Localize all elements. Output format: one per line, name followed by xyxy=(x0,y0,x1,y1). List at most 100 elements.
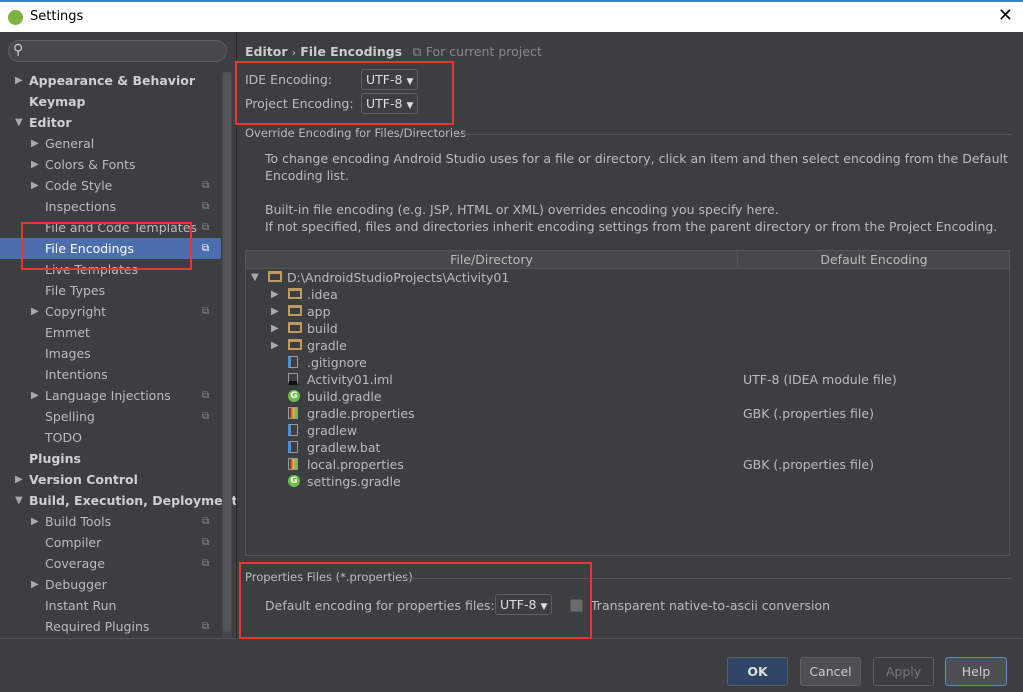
collapsed-arrow-icon[interactable]: ▶ xyxy=(31,511,39,532)
expanded-arrow-icon[interactable]: ▼ xyxy=(15,112,23,133)
collapsed-arrow-icon[interactable]: ▶ xyxy=(15,469,23,490)
sidebar-item-appearance-behavior[interactable]: ▶ Appearance & Behavior xyxy=(0,70,221,91)
sidebar-item-file-encodings[interactable]: File Encodings ⧉ xyxy=(0,238,221,259)
table-row[interactable]: Gbuild.gradle xyxy=(246,388,1009,405)
ide-encoding-dropdown[interactable]: UTF-8 ▼ xyxy=(361,69,419,90)
file-name: settings.gradle xyxy=(307,474,401,489)
sidebar-item-todo[interactable]: TODO xyxy=(0,427,221,448)
table-row[interactable]: gradle.properties GBK (.properties file) xyxy=(246,405,1009,422)
gradle-icon: G xyxy=(288,390,300,402)
collapsed-arrow-icon[interactable]: ▶ xyxy=(31,385,39,406)
sidebar-item-keymap[interactable]: Keymap xyxy=(0,91,221,112)
table-row[interactable]: Activity01.iml UTF-8 (IDEA module file) xyxy=(246,371,1009,388)
file-encoding-value[interactable]: GBK (.properties file) xyxy=(743,456,874,473)
sidebar-item-copyright[interactable]: ▶ Copyright ⧉ xyxy=(0,301,221,322)
table-row[interactable]: ▶ .idea xyxy=(246,286,1009,303)
collapsed-arrow-icon[interactable]: ▶ xyxy=(271,286,279,303)
sidebar-item-colors-fonts[interactable]: ▶ Colors & Fonts xyxy=(0,154,221,175)
ok-button[interactable]: OK xyxy=(727,657,788,686)
collapsed-arrow-icon[interactable]: ▶ xyxy=(15,70,23,91)
collapsed-arrow-icon[interactable]: ▶ xyxy=(31,574,39,595)
sidebar-item-version-control[interactable]: ▶ Version Control xyxy=(0,469,221,490)
table-row[interactable]: gradlew.bat xyxy=(246,439,1009,456)
column-header-encoding[interactable]: Default Encoding xyxy=(738,252,1010,267)
file-encoding-value[interactable]: UTF-8 (IDEA module file) xyxy=(743,371,897,388)
scope-label: For current project xyxy=(425,44,542,59)
sidebar-item-images[interactable]: Images xyxy=(0,343,221,364)
sidebar-item-instant-run[interactable]: Instant Run xyxy=(0,595,221,616)
sidebar-item-code-style[interactable]: ▶ Code Style ⧉ xyxy=(0,175,221,196)
close-icon[interactable]: ✕ xyxy=(998,5,1013,26)
sidebar-item-spelling[interactable]: Spelling ⧉ xyxy=(0,406,221,427)
sidebar-item-general[interactable]: ▶ General xyxy=(0,133,221,154)
properties-encoding-dropdown[interactable]: UTF-8 ▼ xyxy=(495,594,553,615)
sidebar-item-coverage[interactable]: Coverage ⧉ xyxy=(0,553,221,574)
sidebar-item-label: File Types xyxy=(45,283,106,298)
sidebar-item-build-execution-deployment[interactable]: ▼ Build, Execution, Deployment xyxy=(0,490,237,511)
scrollbar-thumb[interactable] xyxy=(223,72,231,632)
sidebar-item-emmet[interactable]: Emmet xyxy=(0,322,221,343)
expanded-arrow-icon[interactable]: ▼ xyxy=(15,490,23,511)
collapsed-arrow-icon[interactable]: ▶ xyxy=(31,175,39,196)
file-name: local.properties xyxy=(307,457,404,472)
help-button[interactable]: Help xyxy=(945,657,1007,686)
sidebar-item-label: File Encodings xyxy=(45,241,135,256)
table-row[interactable]: Gsettings.gradle xyxy=(246,473,1009,490)
sidebar-item-file-types[interactable]: File Types xyxy=(0,280,221,301)
table-row[interactable]: ▼ D:\AndroidStudioProjects\Activity01 xyxy=(246,269,1009,286)
collapsed-arrow-icon[interactable]: ▶ xyxy=(31,301,39,322)
collapsed-arrow-icon[interactable]: ▶ xyxy=(271,320,279,337)
sidebar-item-label: Keymap xyxy=(29,94,86,109)
sidebar-item-label: Required Plugins xyxy=(45,619,150,634)
table-row[interactable]: gradlew xyxy=(246,422,1009,439)
table-header: File/Directory Default Encoding xyxy=(246,251,1009,269)
project-scope-icon: ⧉ xyxy=(202,621,210,632)
properties-file-icon xyxy=(288,458,298,470)
sidebar-item-label: Colors & Fonts xyxy=(45,157,136,172)
sidebar-item-file-and-code-templates[interactable]: File and Code Templates ⧉ xyxy=(0,217,221,238)
table-row[interactable]: local.properties GBK (.properties file) xyxy=(246,456,1009,473)
chevron-down-icon: ▼ xyxy=(406,77,414,87)
sidebar-item-compiler[interactable]: Compiler ⧉ xyxy=(0,532,221,553)
native-to-ascii-checkbox[interactable] xyxy=(570,599,583,612)
sidebar-item-build-tools[interactable]: ▶ Build Tools ⧉ xyxy=(0,511,221,532)
table-row[interactable]: ▶ gradle xyxy=(246,337,1009,354)
column-header-file[interactable]: File/Directory xyxy=(246,252,738,267)
collapsed-arrow-icon[interactable]: ▶ xyxy=(271,337,279,354)
collapsed-arrow-icon[interactable]: ▶ xyxy=(271,303,279,320)
native-to-ascii-label[interactable]: Transparent native-to-ascii conversion xyxy=(591,598,830,613)
sidebar-item-label: Code Style xyxy=(45,178,113,193)
file-encoding-table[interactable]: File/Directory Default Encoding ▼ D:\Andr… xyxy=(245,250,1010,556)
text-file-icon xyxy=(288,441,298,453)
properties-file-icon xyxy=(288,407,298,419)
sidebar-item-inspections[interactable]: Inspections ⧉ xyxy=(0,196,221,217)
sidebar-item-debugger[interactable]: ▶ Debugger xyxy=(0,574,221,595)
sidebar-item-editor[interactable]: ▼ Editor xyxy=(0,112,221,133)
sidebar-item-plugins[interactable]: Plugins xyxy=(0,448,221,469)
sidebar-item-label: Version Control xyxy=(29,472,138,487)
sidebar-scrollbar[interactable] xyxy=(222,72,232,638)
sidebar-item-language-injections[interactable]: ▶ Language Injections ⧉ xyxy=(0,385,221,406)
project-encoding-dropdown[interactable]: UTF-8 ▼ xyxy=(361,93,419,114)
collapsed-arrow-icon[interactable]: ▶ xyxy=(31,133,39,154)
file-encoding-value[interactable]: GBK (.properties file) xyxy=(743,405,874,422)
table-row[interactable]: ▶ build xyxy=(246,320,1009,337)
table-row[interactable]: .gitignore xyxy=(246,354,1009,371)
project-scope-icon: ⧉ xyxy=(202,201,210,212)
settings-search-input[interactable]: ⚲ xyxy=(8,40,227,62)
folder-icon xyxy=(288,339,302,350)
expanded-arrow-icon[interactable]: ▼ xyxy=(251,269,259,286)
apply-button[interactable]: Apply xyxy=(873,657,934,686)
file-name: .gitignore xyxy=(307,355,367,370)
sidebar-item-live-templates[interactable]: Live Templates xyxy=(0,259,221,280)
cancel-button[interactable]: Cancel xyxy=(800,657,861,686)
sidebar-item-intentions[interactable]: Intentions xyxy=(0,364,221,385)
sidebar-item-label: Editor xyxy=(29,115,72,130)
sidebar-item-label: Appearance & Behavior xyxy=(29,73,195,88)
sidebar-item-required-plugins[interactable]: Required Plugins ⧉ xyxy=(0,616,221,637)
settings-sidebar: ⚲ ▶ Appearance & Behavior Keymap ▼ Editor ▶ Ge… xyxy=(0,32,237,638)
project-scope-icon: ⧉ xyxy=(202,516,210,527)
collapsed-arrow-icon[interactable]: ▶ xyxy=(31,154,39,175)
table-row[interactable]: ▶ app xyxy=(246,303,1009,320)
breadcrumb: Editor › File Encodings ⧉ For current pr… xyxy=(245,44,542,60)
